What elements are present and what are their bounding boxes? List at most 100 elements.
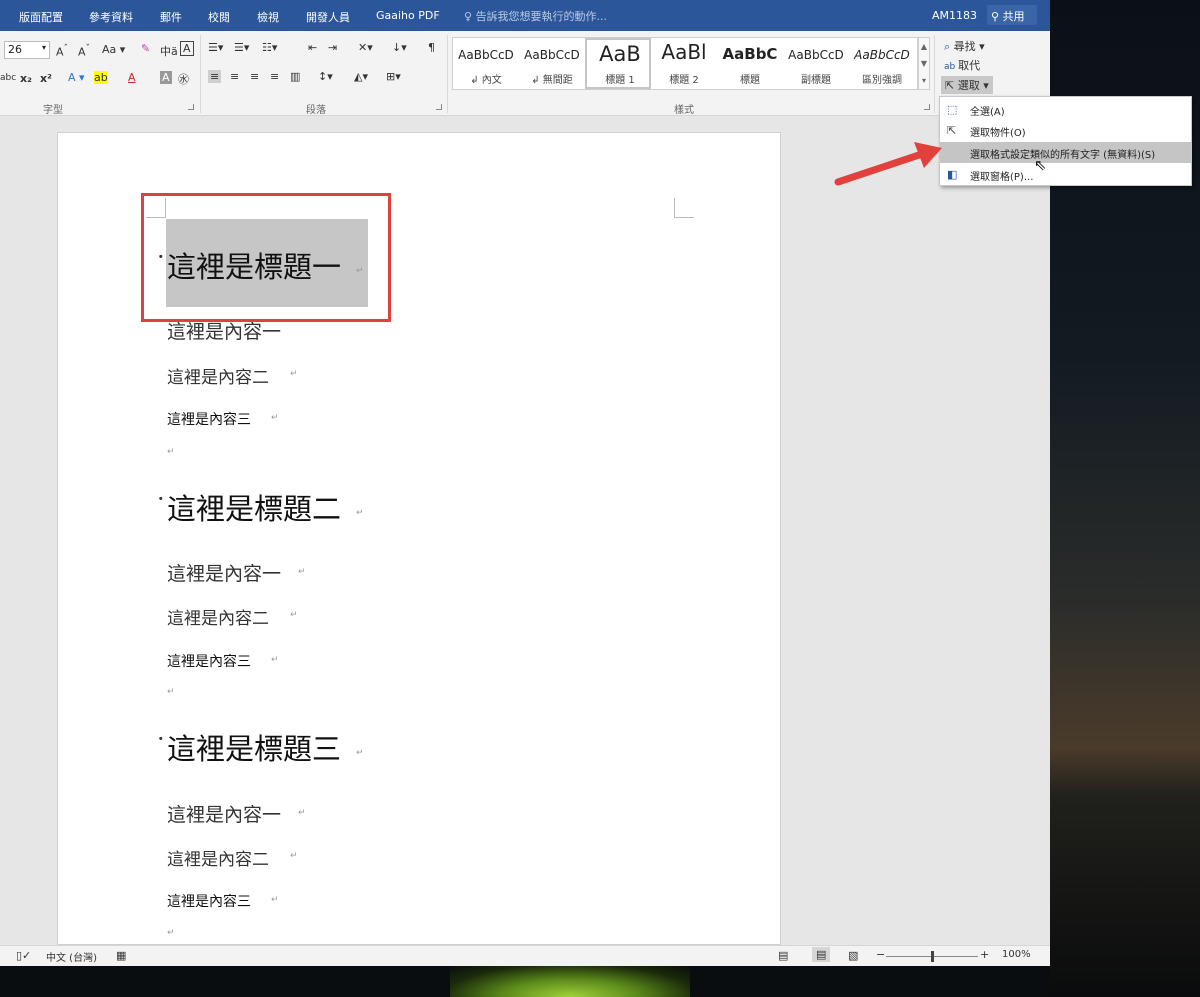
tab-developer[interactable]: 開發人員: [306, 9, 350, 25]
shading-icon[interactable]: ◭▾: [354, 70, 368, 83]
zoom-level[interactable]: 100%: [1002, 949, 1031, 960]
replace-button[interactable]: ab 取代: [944, 57, 980, 73]
highlight-icon[interactable]: ab: [94, 71, 108, 84]
tell-me-box[interactable]: ♀ 告訴我您想要執行的動作...: [464, 8, 607, 24]
align-left-icon[interactable]: ≡: [208, 70, 222, 83]
multilevel-list-icon[interactable]: ☷▾: [262, 41, 277, 54]
body-line[interactable]: 這裡是內容二: [167, 363, 269, 388]
tab-view[interactable]: 檢視: [257, 9, 279, 25]
zoom-slider-thumb[interactable]: [931, 951, 934, 962]
distributed-icon[interactable]: ▥: [290, 70, 300, 83]
change-case-icon[interactable]: Aa ▾: [102, 43, 125, 56]
tab-layout[interactable]: 版面配置: [19, 9, 63, 25]
user-name[interactable]: AM1183: [932, 9, 977, 22]
font-size-box[interactable]: 26 ▾: [4, 41, 50, 59]
heading-bullet: ·: [157, 485, 165, 513]
styles-dialog-launcher-icon[interactable]: [924, 104, 930, 110]
tab-review[interactable]: 校閱: [208, 9, 230, 25]
line-spacing-icon[interactable]: ↕▾: [318, 70, 333, 83]
more-icon: ▾: [921, 76, 926, 85]
font-dialog-launcher-icon[interactable]: [188, 104, 194, 110]
body-line[interactable]: 這裡是內容三: [167, 409, 251, 429]
grow-font-icon[interactable]: Aˆ: [56, 43, 68, 59]
select-all-icon: ⬚: [947, 103, 958, 116]
cursor-icon: ⇱: [947, 124, 957, 137]
paragraph-dialog-launcher-icon[interactable]: [436, 104, 442, 110]
language-status[interactable]: 中文 (台灣): [46, 949, 97, 964]
tab-mailings[interactable]: 郵件: [160, 9, 182, 25]
paragraph-mark: ↵: [167, 447, 175, 457]
borders-icon[interactable]: ⊞▾: [386, 70, 401, 83]
share-button[interactable]: ⚲ 共用: [987, 5, 1037, 25]
decrease-indent-icon[interactable]: ⇤: [308, 41, 317, 54]
tab-references[interactable]: 參考資料: [89, 9, 133, 25]
align-right-icon[interactable]: ≡: [250, 70, 259, 83]
style-no-spacing[interactable]: AaBbCcD ↲ 無間距: [519, 38, 585, 89]
paragraph-mark: ↵: [290, 610, 298, 620]
tab-gaaiho-pdf[interactable]: Gaaiho PDF: [376, 9, 440, 22]
style-emphasis[interactable]: AaBbCcD 區別強調: [849, 38, 915, 89]
mouse-pointer-icon: ⇖: [1034, 156, 1047, 174]
body-line[interactable]: 這裡是內容一: [167, 800, 281, 827]
menu-item-select-objects[interactable]: ⇱ 選取物件(O): [940, 120, 1191, 141]
find-label: 尋找: [953, 40, 976, 53]
phonetic-guide-icon[interactable]: 中ä: [160, 43, 178, 59]
annotation-arrow: [834, 142, 942, 186]
proofing-icon[interactable]: ▯✓: [16, 949, 31, 962]
heading-2[interactable]: 這裡是標題二: [167, 486, 341, 528]
font-color-icon[interactable]: A: [128, 71, 136, 84]
person-icon: ⚲: [991, 10, 1003, 23]
cursor-icon: ⇱: [945, 79, 958, 92]
status-bar: ▯✓ 中文 (台灣) ▦ ▤ ▤ ▧ − + 100%: [0, 945, 1050, 966]
subscript-icon[interactable]: x₂: [20, 72, 32, 85]
align-center-icon[interactable]: ≡: [230, 70, 239, 83]
paragraph-mark: ↵: [271, 895, 279, 905]
justify-icon[interactable]: ≡: [270, 70, 279, 83]
char-shading-icon[interactable]: A: [160, 71, 172, 84]
enclose-char-icon[interactable]: ㊌: [178, 71, 189, 87]
paragraph-mark: ↵: [290, 369, 298, 379]
body-line[interactable]: 這裡是內容二: [167, 604, 269, 629]
lightbulb-icon: ♀: [464, 10, 476, 23]
style-preview: AaB: [599, 42, 641, 66]
character-border-icon[interactable]: A: [180, 41, 194, 56]
print-layout-icon[interactable]: ▤: [812, 947, 831, 962]
style-heading-1[interactable]: AaB 標題 1: [585, 38, 651, 89]
styles-scroll[interactable]: ▲ ▼ ▾: [918, 37, 930, 90]
ribbon-tab-bar: 版面配置 參考資料 郵件 校閱 檢視 開發人員 Gaaiho PDF ♀ 告訴我…: [0, 0, 1050, 31]
bullets-icon[interactable]: ☰▾: [208, 41, 223, 54]
clear-format-icon[interactable]: ✎: [141, 42, 150, 55]
zoom-out-icon[interactable]: −: [876, 948, 885, 961]
macro-icon[interactable]: ▦: [116, 949, 126, 962]
select-button[interactable]: ⇱ 選取 ▾: [941, 76, 993, 94]
menu-item-select-all[interactable]: ⬚ 全選(A): [940, 99, 1191, 120]
select-dropdown-menu: ⬚ 全選(A) ⇱ 選取物件(O) 選取格式設定類似的所有文字 (無資料)(S) ◧…: [939, 96, 1192, 186]
menu-item-label: 選取格式設定類似的所有文字 (無資料)(S): [970, 150, 1156, 161]
web-layout-icon[interactable]: ▧: [848, 949, 858, 962]
body-line[interactable]: 這裡是內容三: [167, 891, 251, 911]
style-preview: AaBl: [661, 40, 707, 64]
read-mode-icon[interactable]: ▤: [778, 949, 788, 962]
style-normal[interactable]: AaBbCcD ↲ 內文: [453, 38, 519, 89]
strikethrough-icon[interactable]: abc: [0, 73, 16, 83]
numbering-icon[interactable]: ☰▾: [234, 41, 249, 54]
chinese-layout-icon[interactable]: ✕▾: [358, 41, 373, 54]
sort-icon[interactable]: ↓▾: [392, 41, 407, 54]
body-line[interactable]: 這裡是內容三: [167, 651, 251, 671]
menu-item-selection-pane[interactable]: ◧ 選取窗格(P)...: [940, 164, 1191, 185]
styles-gallery: AaBbCcD ↲ 內文 AaBbCcD ↲ 無間距 AaB 標題 1 AaBl 標題 …: [452, 37, 918, 90]
style-heading-2[interactable]: AaBl 標題 2: [651, 38, 717, 89]
shrink-font-icon[interactable]: Aˇ: [78, 43, 90, 59]
body-line[interactable]: 這裡是內容一: [167, 559, 281, 586]
style-subtitle[interactable]: AaBbCcD 副標題: [783, 38, 849, 89]
superscript-icon[interactable]: x²: [40, 72, 52, 85]
menu-item-select-similar[interactable]: 選取格式設定類似的所有文字 (無資料)(S): [940, 142, 1191, 163]
body-line[interactable]: 這裡是內容二: [167, 845, 269, 870]
heading-3[interactable]: 這裡是標題三: [167, 726, 341, 768]
increase-indent-icon[interactable]: ⇥: [328, 41, 337, 54]
style-title[interactable]: AaBbC 標題: [717, 38, 783, 89]
zoom-in-icon[interactable]: +: [980, 948, 989, 961]
show-marks-icon[interactable]: ¶: [428, 41, 435, 54]
text-effects-icon[interactable]: A ▾: [68, 71, 85, 84]
find-button[interactable]: ⌕ 尋找 ▾: [944, 38, 985, 54]
